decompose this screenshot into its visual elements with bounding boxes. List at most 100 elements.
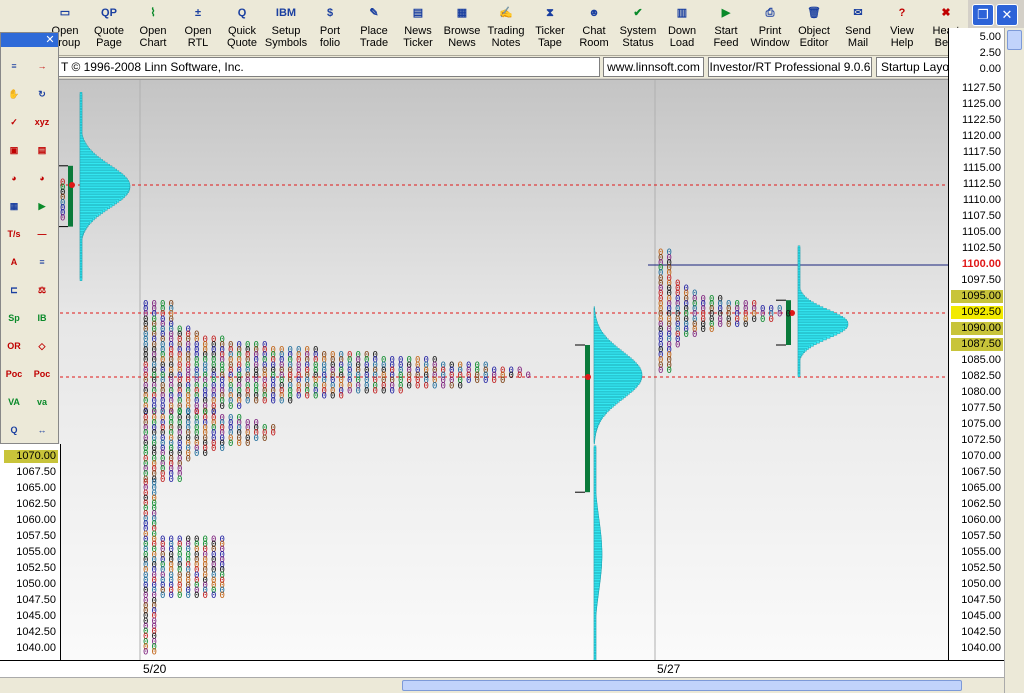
palette-tool-icon[interactable]: ◇: [31, 335, 53, 357]
palette-tool-icon[interactable]: ↔: [31, 419, 53, 441]
palette-tool-icon[interactable]: ↻: [31, 83, 53, 105]
toolbar-button[interactable]: 🗑 Object Editor: [792, 2, 836, 54]
toolbar-button[interactable]: ✉ Send Mail: [836, 2, 880, 54]
toolbar-button[interactable]: ✔ System Status: [616, 2, 660, 54]
palette-tool-icon[interactable]: ✓: [3, 111, 25, 133]
toolbar-label: Chart: [139, 37, 167, 49]
tpo-letter: 0: [743, 320, 748, 330]
price-axis[interactable]: 5.00 2.50 0.00 1127.50 1125.00 1122.50 1120.00…: [948, 28, 1004, 660]
close-window-icon[interactable]: ✕: [996, 4, 1018, 26]
palette-tool-icon[interactable]: ⚖: [31, 279, 53, 301]
palette-tool-icon[interactable]: Q: [3, 419, 25, 441]
palette-tool-icon[interactable]: A: [3, 251, 25, 273]
palette-tool-icon[interactable]: →: [31, 55, 53, 77]
price-tick-label: 1045.00: [961, 610, 1001, 622]
palette-tool-icon[interactable]: Poc: [31, 363, 53, 385]
toolbar-label: Send: [845, 25, 871, 37]
palette-tool-icon[interactable]: Poc: [3, 363, 25, 385]
toolbar-button[interactable]: ⧗ Ticker Tape: [528, 2, 572, 54]
tpo-letter: 0: [373, 386, 378, 396]
palette-tool-icon[interactable]: Sp: [3, 307, 25, 329]
toolbar-label: Symbols: [264, 37, 308, 49]
toolbar-label: Chat: [582, 25, 606, 37]
price-tick-label: 1055.00: [961, 546, 1001, 558]
toolbar-button[interactable]: ▶ Start Feed: [704, 2, 748, 54]
palette-tool-icon[interactable]: va: [31, 391, 53, 413]
price-tick-label: 1077.50: [961, 402, 1001, 414]
tpo-letter: 0: [245, 397, 250, 407]
toolbar-button[interactable]: QP Quote Page: [87, 2, 131, 54]
palette-tool-icon[interactable]: ▤: [31, 139, 53, 161]
horizontal-scroll-thumb[interactable]: [402, 680, 962, 691]
rtl-icon: ±: [194, 7, 202, 19]
tpo-letter: 0: [262, 397, 267, 407]
volume-profile-bar: [79, 277, 83, 282]
trash-icon: 🗑: [807, 7, 821, 19]
print-icon: ⎙: [765, 7, 775, 19]
palette-tool-icon[interactable]: ≡: [3, 55, 25, 77]
tpo-letter: 0: [322, 392, 327, 402]
tpo-letter: 0: [675, 340, 680, 350]
horizontal-scrollbar[interactable]: [0, 677, 1004, 693]
toolbar-button[interactable]: ⎙ Print Window: [748, 2, 792, 54]
price-tick-label: 1052.50: [961, 562, 1001, 574]
toolbar-button[interactable]: ⌇ Open Chart: [131, 2, 175, 54]
toolbar-label: Editor: [799, 37, 829, 49]
volume-profile-bar: [797, 373, 801, 377]
palette-tool-icon[interactable]: ⊏: [3, 279, 25, 301]
palette-tool-icon[interactable]: xyz: [31, 111, 53, 133]
price-tick-label: 1127.50: [962, 82, 1001, 94]
toolbar-button[interactable]: Q Quick Quote: [220, 2, 264, 54]
tpo-letter: 0: [667, 366, 672, 376]
close-icon[interactable]: ✕: [44, 34, 56, 46]
price-tick-label: 1050.00: [16, 578, 56, 590]
toolbar-button[interactable]: ▦ Browse News: [440, 2, 484, 54]
toolbar-button[interactable]: ✍ Trading Notes: [484, 2, 528, 54]
website-link[interactable]: www.linnsoft.com: [603, 57, 704, 77]
toolbar-button[interactable]: ± Open RTL: [176, 2, 220, 54]
market-profile-chart[interactable]: 0000000000000000000000000000000000000000…: [0, 79, 948, 660]
tpo-letter: 0: [509, 371, 514, 381]
toolbar-button[interactable]: ▥ Down Load: [660, 2, 704, 54]
download-icon: ▥: [676, 7, 688, 19]
notes-icon: ✍: [499, 7, 513, 19]
palette-tool-icon[interactable]: ≡: [31, 251, 53, 273]
restore-window-icon[interactable]: ❐: [972, 4, 994, 26]
vertical-scrollbar[interactable]: [1004, 28, 1024, 693]
palette-tool-icon[interactable]: —: [31, 223, 53, 245]
tape-icon: ⧗: [546, 7, 554, 19]
toolbar-button[interactable]: IBM Setup Symbols: [264, 2, 308, 54]
palette-tool-icon[interactable]: ▣: [3, 139, 25, 161]
vertical-scroll-thumb[interactable]: [1007, 30, 1022, 50]
tpo-letter: 0: [279, 397, 284, 407]
palette-tool-icon[interactable]: ▶: [31, 195, 53, 217]
palette-tool-icon[interactable]: OR: [3, 335, 25, 357]
palette-tool-icon[interactable]: ✋: [3, 83, 25, 105]
date-axis: 5/20 5/27: [0, 660, 1004, 677]
symbols-icon: IBM: [275, 7, 297, 19]
palette-tool-icon[interactable]: VA: [3, 391, 25, 413]
poc-marker: [69, 182, 75, 188]
palette-tool-icon[interactable]: ◕: [31, 167, 53, 189]
toolbar-label: Setup: [271, 25, 301, 37]
mail-icon: ✉: [853, 7, 863, 19]
toolbar-button[interactable]: ▤ News Ticker: [396, 2, 440, 54]
palette-titlebar[interactable]: ✕: [1, 33, 58, 47]
toolbar-label: RTL: [187, 37, 209, 49]
toolbar-label: Open: [139, 25, 167, 37]
toolbar-button[interactable]: $ Port folio: [308, 2, 352, 54]
toolbar-button[interactable]: ✎ Place Trade: [352, 2, 396, 54]
toolbar-label: Help: [890, 37, 914, 49]
tpo-letter: 0: [177, 591, 182, 601]
tpo-letter: 0: [262, 434, 267, 444]
toolbar-button[interactable]: ☻ Chat Room: [572, 2, 616, 54]
palette-tool-icon[interactable]: ◕: [3, 167, 25, 189]
price-tick-label: 1082.50: [961, 370, 1001, 382]
tpo-letter: 0: [356, 386, 361, 396]
toolbar-button[interactable]: ? View Help: [880, 2, 924, 54]
palette-tool-icon[interactable]: IB: [31, 307, 53, 329]
price-tick-label: 1050.00: [961, 578, 1001, 590]
palette-tool-icon[interactable]: T/s: [3, 223, 25, 245]
palette-tool-icon[interactable]: ▦: [3, 195, 25, 217]
tpo-letter: 0: [220, 444, 225, 454]
